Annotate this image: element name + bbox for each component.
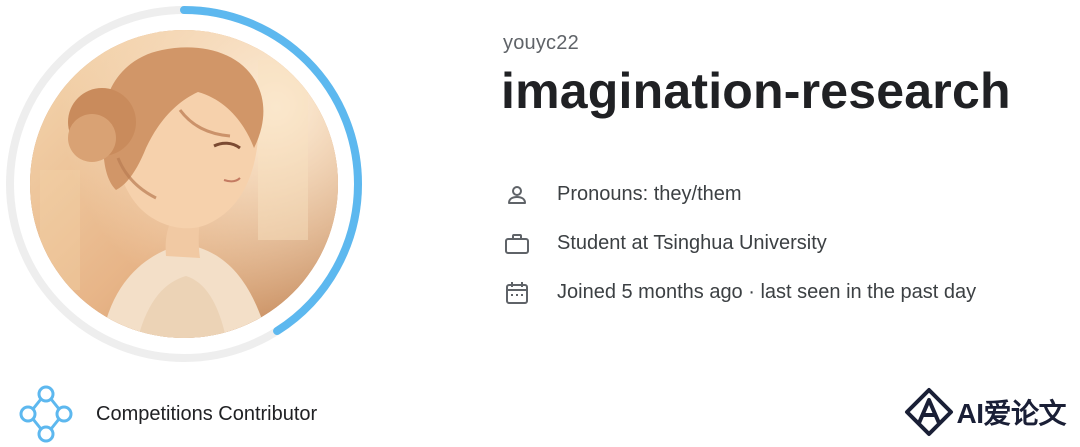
profile-page: youyc22 imagination-research Pronouns: t… <box>0 0 1080 447</box>
avatar-illustration <box>30 30 338 338</box>
competitions-contributor-icon <box>19 385 73 443</box>
person-icon <box>503 181 531 209</box>
watermark-text: AI爱论文 <box>956 398 1066 429</box>
briefcase-icon <box>503 230 531 258</box>
calendar-icon <box>503 279 531 307</box>
profile-details: Pronouns: they/them Student at Tsinghua … <box>503 170 1063 317</box>
pronouns-text: Pronouns: they/them <box>557 183 742 205</box>
detail-occupation: Student at Tsinghua University <box>503 219 1063 268</box>
avatar[interactable] <box>4 4 364 364</box>
username: youyc22 <box>503 32 579 54</box>
detail-pronouns: Pronouns: they/them <box>503 170 1063 219</box>
joined-text: Joined 5 months ago · last seen in the p… <box>557 281 977 303</box>
page-title: imagination-research <box>501 63 1011 119</box>
detail-joined: Joined 5 months ago · last seen in the p… <box>503 268 1063 317</box>
badge-label: Competitions Contributor <box>96 402 318 425</box>
competitions-contributor-badge[interactable]: Competitions Contributor <box>18 384 317 444</box>
avatar-image <box>30 30 338 338</box>
watermark: AI爱论文 <box>904 386 1066 438</box>
watermark-logo-icon <box>905 388 954 436</box>
occupation-text: Student at Tsinghua University <box>557 232 827 254</box>
